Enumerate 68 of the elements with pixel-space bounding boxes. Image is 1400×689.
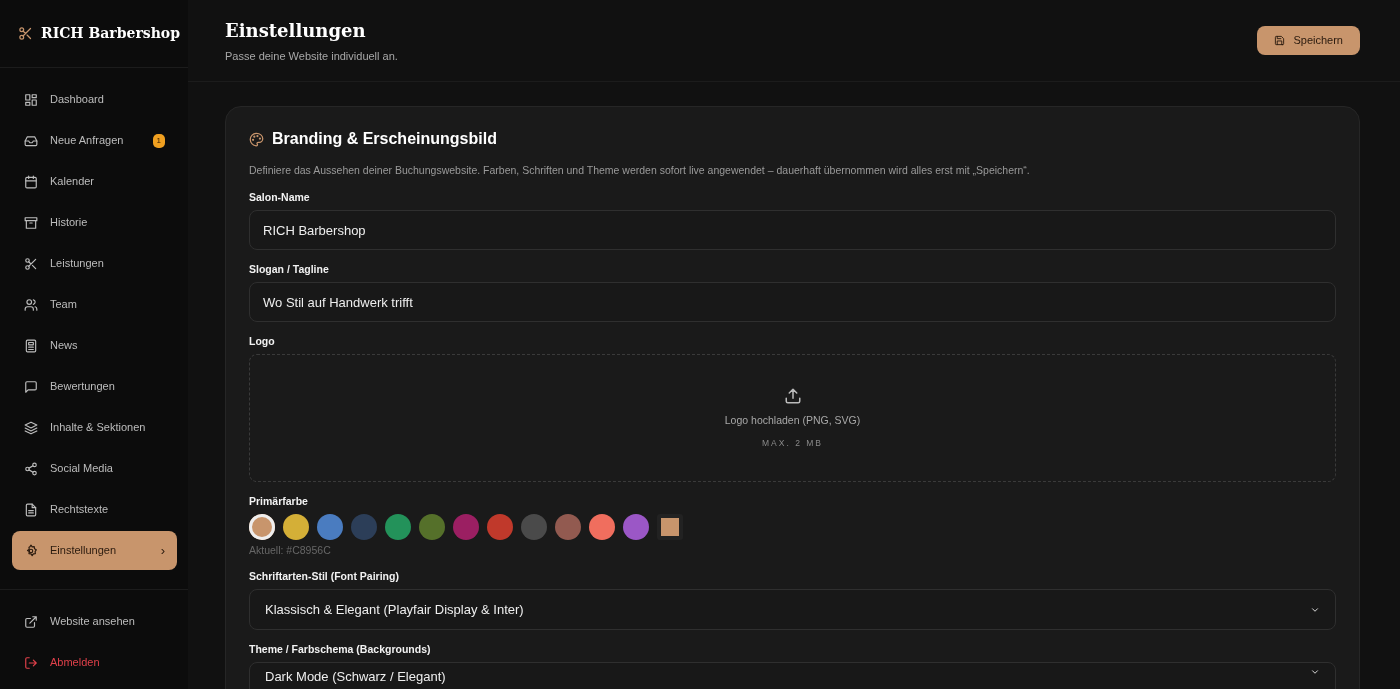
field-label: Schriftarten-Stil (Font Pairing): [249, 570, 400, 583]
upload-icon: [783, 386, 802, 405]
color-swatch[interactable]: [521, 514, 547, 540]
sidebar-item[interactable]: Rechtstexte: [12, 490, 177, 529]
field-label: Logo: [249, 335, 276, 348]
inbox-icon: [24, 133, 38, 148]
sidebar-item[interactable]: Social Media: [12, 449, 177, 488]
document-icon: [24, 502, 38, 517]
sidebar-item[interactable]: Historie: [12, 203, 177, 242]
upload-hint: MAX. 2 MB: [762, 436, 823, 450]
color-swatch[interactable]: [555, 514, 581, 540]
chat-icon: [24, 379, 38, 394]
sidebar-item[interactable]: Kalender: [12, 162, 177, 201]
grid-icon: [24, 92, 38, 107]
floppy-disk-icon: [1274, 35, 1286, 46]
count-badge: 1: [152, 133, 165, 148]
color-swatch[interactable]: [453, 514, 479, 540]
page-subtitle: Passe deine Website individuell an.: [225, 48, 398, 64]
gear-icon: [24, 543, 38, 558]
sidebar-item[interactable]: Bewertungen: [12, 367, 177, 406]
newspaper-icon: [24, 338, 38, 353]
chevron-icon: ›: [160, 540, 165, 561]
color-swatch[interactable]: [589, 514, 615, 540]
color-swatch[interactable]: [487, 514, 513, 540]
field-label: Slogan / Tagline: [249, 263, 330, 276]
color-swatch[interactable]: [351, 514, 377, 540]
color-picker[interactable]: [657, 514, 683, 540]
sidebar-item[interactable]: Leistungen: [12, 244, 177, 283]
logout-icon: [24, 655, 38, 670]
select-field[interactable]: Dark Mode (Schwarz / Elegant): [249, 662, 1336, 689]
save-button[interactable]: Speichern: [1257, 26, 1360, 55]
calendar-icon: [24, 174, 38, 189]
scissors-icon: [24, 256, 38, 271]
palette-icon: [249, 131, 264, 147]
section-description: Definiere das Aussehen deiner Buchungswebsite. Farben, Schriften und Theme werden sofort live angewendet – dauerhaft übernommen wird alles erst mit „Speichern“.: [249, 163, 1031, 177]
sidebar-item[interactable]: Einstellungen ›: [12, 531, 177, 570]
brand-name: RICH Barbershop: [41, 24, 180, 43]
current-color-text: Aktuell: #C8956C: [249, 544, 332, 557]
input-field[interactable]: Wo Stil auf Handwerk trifft: [249, 282, 1336, 322]
sidebar-item[interactable]: Website ansehen: [12, 602, 177, 641]
sidebar-item[interactable]: Neue Anfragen 1: [12, 121, 177, 160]
sidebar-item[interactable]: Inhalte & Sektionen: [12, 408, 177, 447]
section-title: Branding & Erscheinungsbild: [272, 129, 497, 149]
people-icon: [24, 297, 38, 312]
field-label: Primärfarbe: [249, 495, 309, 508]
input-field[interactable]: RICH Barbershop: [249, 210, 1336, 250]
color-swatch[interactable]: [317, 514, 343, 540]
color-swatch[interactable]: [249, 514, 275, 540]
field-label: Theme / Farbschema (Backgrounds): [249, 643, 432, 656]
sidebar-item[interactable]: Team: [12, 285, 177, 324]
share-icon: [24, 461, 38, 476]
external-link-icon: [24, 614, 38, 629]
archive-icon: [24, 215, 38, 230]
sidebar-item[interactable]: Abmelden: [12, 643, 177, 682]
chevron-down-icon: [1310, 667, 1320, 677]
field-label: Salon-Name: [249, 191, 311, 204]
scissors-icon: [18, 26, 33, 41]
select-field[interactable]: Klassisch & Elegant (Playfair Display & Inter): [249, 589, 1336, 630]
color-swatch[interactable]: [385, 514, 411, 540]
upload-text: Logo hochladen (PNG, SVG): [724, 412, 861, 428]
page-title: Einstellungen: [225, 18, 367, 43]
color-swatch[interactable]: [283, 514, 309, 540]
upload-dropzone[interactable]: Logo hochladen (PNG, SVG) MAX. 2 MB: [249, 354, 1336, 482]
sidebar-item[interactable]: News: [12, 326, 177, 365]
color-swatch[interactable]: [623, 514, 649, 540]
layers-icon: [24, 420, 38, 435]
color-swatch[interactable]: [419, 514, 445, 540]
sidebar-item[interactable]: Dashboard: [12, 80, 177, 119]
